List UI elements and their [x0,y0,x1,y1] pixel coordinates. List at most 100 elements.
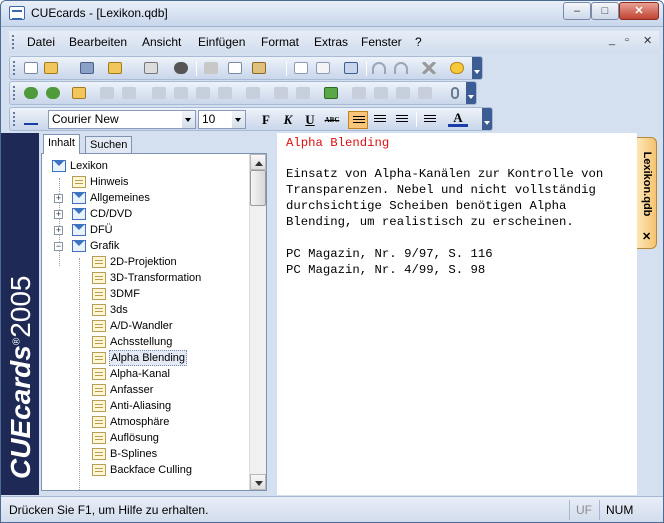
bullet-list-button[interactable] [420,111,440,129]
mail-icon[interactable] [314,60,332,77]
detail-view-icon[interactable] [394,85,412,102]
redo-icon[interactable] [392,60,410,77]
new-document-icon[interactable] [22,60,40,77]
move-up-icon[interactable] [172,85,190,102]
align-left-button[interactable] [348,111,368,129]
brand-registered-mark: ® [11,337,23,346]
folder-envelope-icon [52,160,66,172]
scroll-up-arrow-icon[interactable] [250,154,266,170]
tree-scrollbar[interactable] [249,154,266,490]
tab-contents[interactable]: Inhalt [43,134,80,154]
format-toolbar: Courier New 10 F K U ABC A [9,107,493,131]
tree-node-label: 3ds [110,304,128,316]
status-message: Drücken Sie F1, um Hilfe zu erhalten. [9,503,209,517]
font-style-icon[interactable] [22,111,40,128]
move-bottom-icon[interactable] [216,85,234,102]
close-button[interactable]: ✕ [619,2,659,20]
italic-button[interactable]: K [278,111,298,129]
card-icon [92,256,106,268]
toolbar-options-chevron[interactable] [482,108,492,130]
card-icon [92,320,106,332]
folder-up-icon[interactable] [70,85,88,102]
delete-icon[interactable] [420,60,438,77]
underline-button[interactable]: U [300,111,320,129]
find-icon[interactable] [172,60,190,77]
attachment-icon[interactable] [446,85,464,102]
toolbar-options-chevron[interactable] [472,57,482,79]
print-icon[interactable] [142,60,160,77]
font-color-button[interactable]: A [448,111,468,127]
menu-format[interactable]: Format [261,35,299,49]
mdi-restore-button[interactable]: ▫ [625,34,629,46]
align-center-button[interactable] [370,111,390,129]
menu-grip[interactable] [11,34,15,50]
tab-search[interactable]: Suchen [85,136,133,154]
open-database-icon[interactable] [106,60,124,77]
chevron-down-icon[interactable] [182,111,195,128]
document-close-icon[interactable]: ✕ [642,230,651,243]
help-icon[interactable] [448,60,466,77]
menu-ansicht[interactable]: Ansicht [142,35,181,49]
menu-einfuegen[interactable]: Einfügen [198,35,245,49]
card-title: Alpha Blending [286,136,390,150]
save-icon[interactable] [78,60,96,77]
grid-view-icon[interactable] [350,85,368,102]
maximize-button[interactable]: □ [591,2,619,20]
strikethrough-button[interactable]: ABC [322,111,342,129]
expand-plus-icon[interactable]: + [54,226,63,235]
card-editor[interactable]: Alpha Blending Einsatz von Alpha-Kanälen… [277,133,637,495]
cut-icon[interactable] [202,60,220,77]
refresh-icon[interactable] [322,85,340,102]
menu-help[interactable]: ? [415,35,422,49]
paste-icon[interactable] [250,60,268,77]
align-right-button[interactable] [392,111,412,129]
expand-plus-icon[interactable]: + [54,194,63,203]
new-card-icon[interactable] [292,60,310,77]
copy-icon[interactable] [226,60,244,77]
tree-node-label: Auflösung [110,432,159,444]
back-arrow-icon[interactable] [22,85,40,102]
folder-envelope-icon [72,192,86,204]
menu-datei[interactable]: Datei [27,35,55,49]
forward-arrow-icon[interactable] [44,85,62,102]
toolbar-grip[interactable] [12,60,16,76]
menu-extras[interactable]: Extras [314,35,348,49]
list-view-icon[interactable] [372,85,390,102]
toolbar-grip[interactable] [12,85,16,101]
bold-button[interactable]: F [256,111,276,129]
move-top-icon[interactable] [150,85,168,102]
indent-left-icon[interactable] [98,85,116,102]
sort-icon[interactable] [244,85,262,102]
document-tab-strip: Lexikon.qdb ✕ [637,133,659,495]
mdi-close-button[interactable]: ✕ [643,34,652,47]
undo-icon[interactable] [370,60,388,77]
font-name-combo[interactable]: Courier New [48,110,196,129]
icon-view-icon[interactable] [416,85,434,102]
minimize-button[interactable]: – [563,2,591,20]
standard-toolbar [9,56,483,80]
tree-node-label: Backface Culling [110,464,192,476]
font-size-combo[interactable]: 10 [198,110,246,129]
card-view-icon[interactable] [342,60,360,77]
expand-plus-icon[interactable]: + [54,210,63,219]
mdi-minimize-button[interactable]: _ [609,34,615,46]
collapse-minus-icon[interactable]: − [54,242,63,251]
toolbar-grip[interactable] [12,111,16,127]
preview-icon[interactable] [294,85,312,102]
menu-bearbeiten[interactable]: Bearbeiten [69,35,127,49]
scrollbar-thumb[interactable] [250,170,266,206]
status-bar: Drücken Sie F1, um Hilfe zu erhalten. UF… [1,496,663,522]
tree-node-label: 3D-Transformation [110,272,202,284]
chevron-down-icon[interactable] [232,111,245,128]
indent-right-icon[interactable] [120,85,138,102]
menu-fenster[interactable]: Fenster [361,35,402,49]
tree-node-label: Alpha-Kanal [110,368,170,380]
move-down-icon[interactable] [194,85,212,102]
brand-sidebar: CUEcards®2005 [1,133,39,495]
open-folder-icon[interactable] [42,60,60,77]
document-tab[interactable]: Lexikon.qdb ✕ [637,137,657,249]
toolbar-options-chevron[interactable] [466,82,476,104]
tree-node-label: Allgemeines [90,192,150,204]
scroll-down-arrow-icon[interactable] [250,474,266,490]
print-card-icon[interactable] [272,85,290,102]
